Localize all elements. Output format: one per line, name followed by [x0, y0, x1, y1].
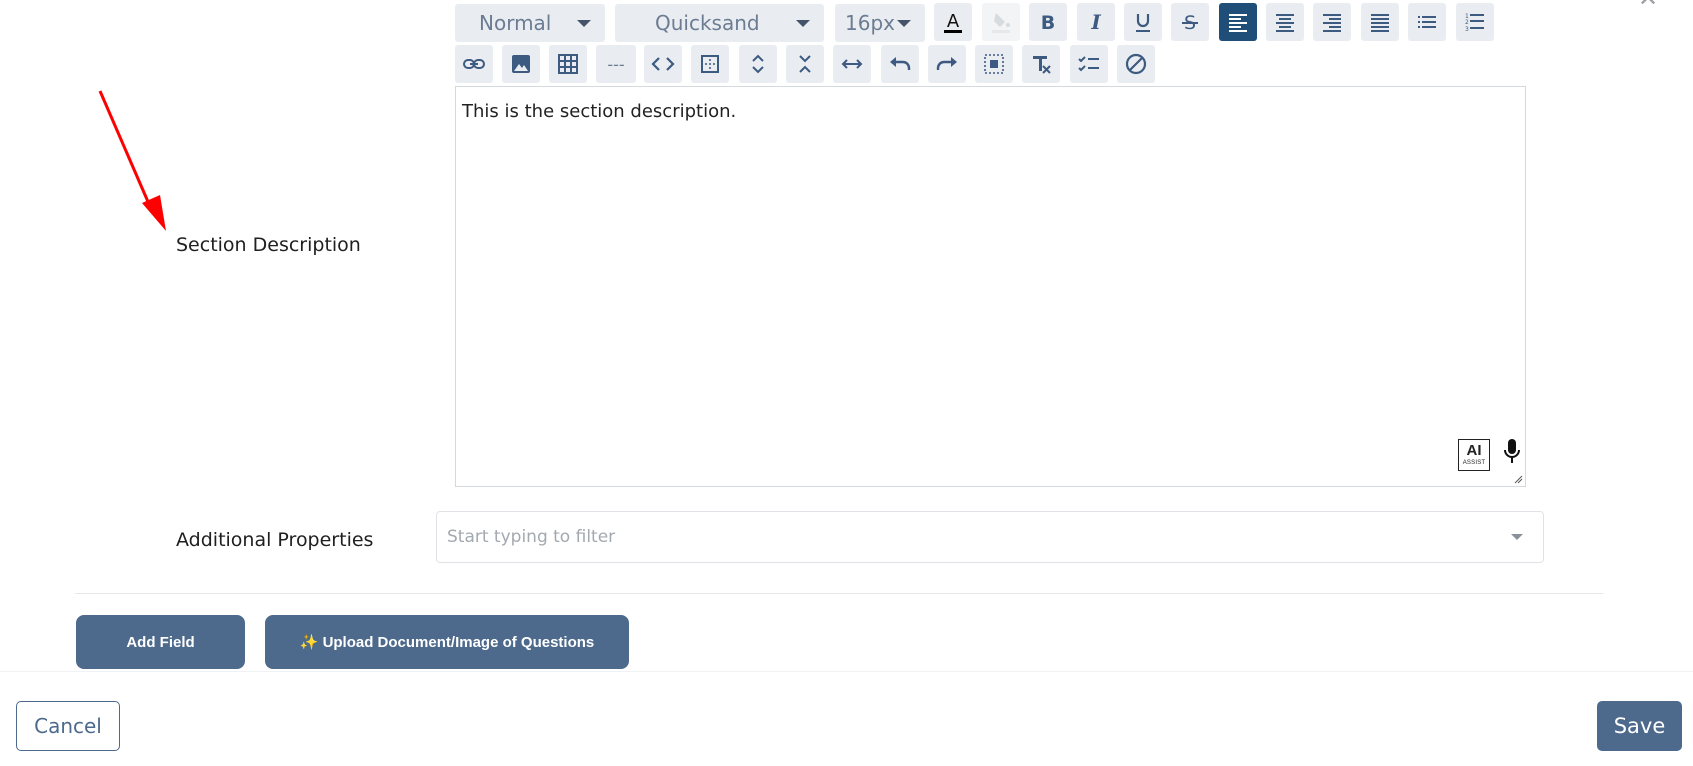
svg-text:3: 3 — [1465, 26, 1469, 33]
additional-properties-label: Additional Properties — [176, 529, 374, 551]
code-view-button[interactable] — [644, 45, 682, 83]
expand-vertical-button[interactable] — [739, 45, 777, 83]
strikethrough-icon: S — [1182, 12, 1198, 34]
align-left-button[interactable] — [1219, 3, 1257, 41]
select-all-button[interactable] — [975, 45, 1013, 83]
save-button[interactable]: Save — [1597, 701, 1682, 751]
select-all-icon — [984, 54, 1004, 74]
font-family-select[interactable]: Quicksand — [615, 4, 824, 42]
insert-table-button[interactable] — [549, 45, 587, 83]
align-justify-icon — [1371, 14, 1389, 32]
upload-document-button[interactable]: ✨ Upload Document/Image of Questions — [265, 615, 629, 669]
section-description-label: Section Description — [176, 234, 361, 256]
resize-handle-icon[interactable] — [1513, 474, 1523, 484]
chevron-down-icon — [796, 20, 810, 27]
bold-icon: B — [1041, 12, 1055, 34]
numbered-list-button[interactable]: 123 — [1456, 3, 1494, 41]
font-family-value: Quicksand — [655, 11, 760, 35]
dotted-square-icon — [701, 55, 719, 73]
svg-text:A: A — [947, 11, 960, 32]
image-icon — [512, 55, 530, 73]
underline-icon — [1136, 14, 1150, 32]
remove-button[interactable] — [1117, 45, 1155, 83]
editor-content[interactable]: This is the section description. — [462, 101, 736, 122]
annotation-arrow — [98, 90, 166, 231]
ai-assist-sublabel: ASSIST — [1462, 460, 1486, 466]
show-blocks-button[interactable] — [691, 45, 729, 83]
bullet-list-button[interactable] — [1408, 3, 1446, 41]
divider — [75, 593, 1603, 594]
horizontal-arrows-icon — [841, 59, 863, 69]
clear-formatting-button[interactable] — [1022, 45, 1060, 83]
expand-vertical-icon — [752, 54, 764, 74]
block-format-value: Normal — [479, 11, 552, 35]
additional-properties-placeholder: Start typing to filter — [447, 527, 616, 547]
close-icon[interactable]: ✕ — [1636, 0, 1660, 10]
numbered-list-icon: 123 — [1465, 13, 1484, 33]
ai-assist-button[interactable]: AI ASSIST — [1458, 439, 1490, 471]
insert-image-button[interactable] — [502, 45, 540, 83]
strikethrough-button[interactable]: S — [1171, 3, 1209, 41]
footer-divider — [0, 671, 1693, 672]
align-left-icon — [1229, 14, 1247, 32]
microphone-icon[interactable] — [1501, 437, 1523, 467]
font-size-value: 16px — [845, 11, 895, 35]
prohibited-icon — [1125, 53, 1147, 75]
undo-button[interactable] — [881, 45, 919, 83]
text-color-button[interactable]: A — [934, 3, 972, 41]
ai-assist-label: AI — [1466, 442, 1482, 459]
svg-text:I: I — [1090, 10, 1101, 34]
table-icon — [558, 54, 578, 74]
chevron-down-icon — [897, 20, 911, 27]
rich-text-editor[interactable]: This is the section description. AI ASSI… — [455, 86, 1526, 487]
undo-icon — [890, 57, 911, 70]
italic-icon: I — [1090, 10, 1101, 34]
redo-icon — [936, 57, 957, 70]
align-center-button[interactable] — [1266, 3, 1304, 41]
svg-text:2: 2 — [1465, 19, 1469, 26]
collapse-vertical-button[interactable] — [786, 45, 824, 83]
clear-format-icon — [1033, 56, 1051, 74]
bullet-list-icon — [1418, 16, 1436, 28]
add-field-button[interactable]: Add Field — [76, 615, 245, 669]
align-right-button[interactable] — [1313, 3, 1351, 41]
cancel-button[interactable]: Cancel — [16, 701, 120, 751]
underline-button[interactable] — [1124, 3, 1162, 41]
redo-button[interactable] — [928, 45, 966, 83]
code-icon — [651, 57, 675, 71]
additional-properties-select[interactable]: Start typing to filter — [436, 511, 1544, 563]
font-size-select[interactable]: 16px — [835, 4, 925, 42]
text-color-icon: A — [944, 11, 962, 33]
checklist-button[interactable] — [1070, 45, 1108, 83]
svg-text:B: B — [1041, 12, 1055, 34]
bold-button[interactable]: B — [1029, 3, 1067, 41]
insert-link-button[interactable] — [455, 45, 493, 83]
block-format-select[interactable]: Normal — [455, 4, 605, 42]
collapse-vertical-icon — [799, 55, 811, 73]
align-center-icon — [1276, 14, 1294, 32]
paint-bucket-icon — [992, 13, 1010, 33]
chevron-down-icon — [577, 20, 591, 27]
highlight-color-button[interactable] — [982, 3, 1020, 41]
link-icon — [463, 59, 485, 69]
italic-button[interactable]: I — [1077, 3, 1115, 41]
horizontal-rule-icon: --- — [607, 54, 625, 74]
chevron-down-icon — [1511, 534, 1523, 540]
checklist-icon — [1078, 56, 1099, 72]
expand-horizontal-button[interactable] — [833, 45, 871, 83]
horizontal-rule-button[interactable]: --- — [596, 45, 636, 83]
align-justify-button[interactable] — [1361, 3, 1399, 41]
align-right-icon — [1323, 14, 1341, 32]
